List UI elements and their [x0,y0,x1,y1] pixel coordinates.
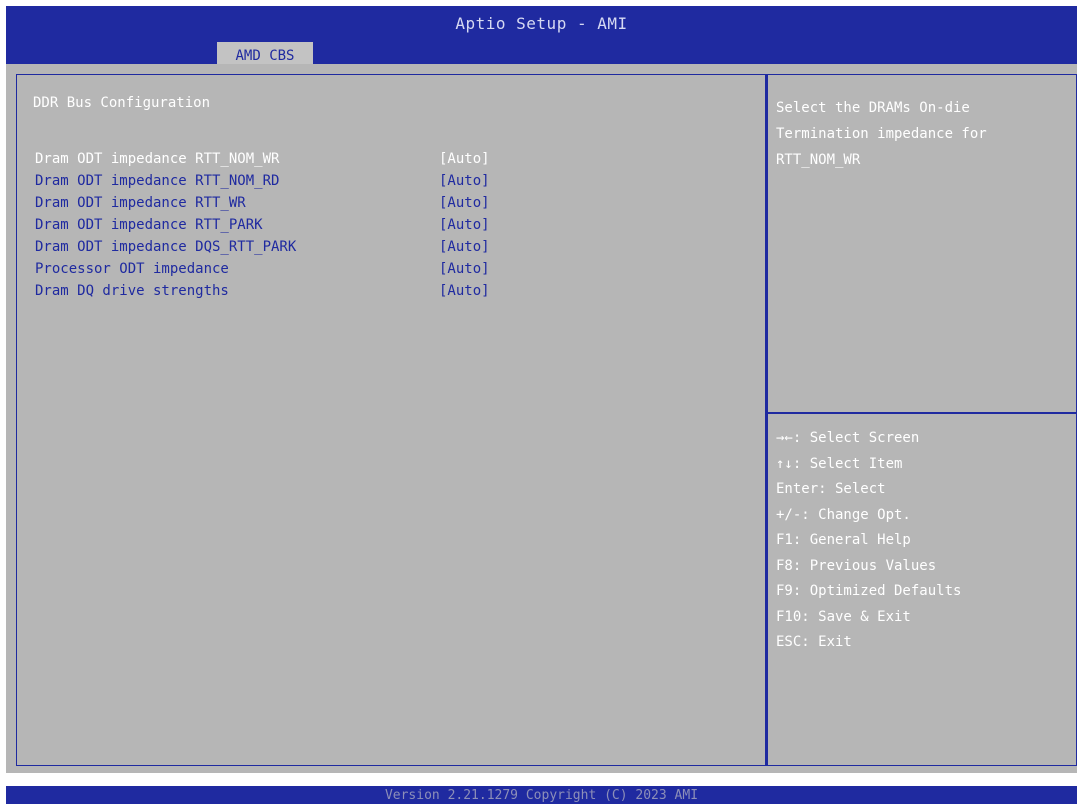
version-footer: Version 2.21.1279 Copyright (C) 2023 AMI [6,786,1077,804]
header-bar: Aptio Setup - AMI AMD CBS [6,6,1077,70]
key-hint: F10: Save & Exit [776,608,911,625]
setting-value[interactable]: [Auto] [439,283,490,299]
settings-list: Dram ODT impedance RTT_NOM_WR [Auto] Dram … [35,151,755,305]
app-title: Aptio Setup - AMI [455,14,628,33]
bios-window: Aptio Setup - AMI AMD CBS DDR Bus Config… [0,0,1084,809]
setting-value[interactable]: [Auto] [439,261,490,277]
key-hint: F8: Previous Values [776,557,937,574]
setting-label: Dram ODT impedance RTT_PARK [35,217,263,233]
setting-row[interactable]: Dram DQ drive strengths [Auto] [35,283,755,305]
help-panel: Select the DRAMs On-die Termination impe… [766,74,1077,766]
setting-value[interactable]: [Auto] [439,173,490,189]
key-hint: +/-: Change Opt. [776,506,911,523]
key-legend: →←: Select Screen ↑↓: Select Item Enter: S… [776,430,961,660]
setting-label: Dram ODT impedance RTT_NOM_WR [35,151,280,167]
setting-label: Dram DQ drive strengths [35,283,229,299]
setting-row[interactable]: Dram ODT impedance DQS_RTT_PARK [Auto] [35,239,755,261]
settings-panel: DDR Bus Configuration Dram ODT impedance… [16,74,766,766]
key-hint: →←: Select Screen [776,430,920,446]
setting-label: Dram ODT impedance RTT_NOM_RD [35,173,280,189]
key-hint: F1: General Help [776,532,911,548]
setting-row[interactable]: Processor ODT impedance [Auto] [35,261,755,283]
setting-row[interactable]: Dram ODT impedance RTT_NOM_WR [Auto] [35,151,755,173]
setting-value[interactable]: [Auto] [439,151,490,167]
key-hint: F9: Optimized Defaults [776,583,962,599]
setting-value[interactable]: [Auto] [439,195,490,211]
setting-label: Dram ODT impedance DQS_RTT_PARK [35,239,297,255]
help-text: Select the DRAMs On-die Termination impe… [776,100,987,168]
setting-row[interactable]: Dram ODT impedance RTT_WR [Auto] [35,195,755,217]
setting-value[interactable]: [Auto] [439,217,490,233]
key-hint: ESC: Exit [776,634,852,650]
setting-label: Dram ODT impedance RTT_WR [35,195,246,211]
setting-value[interactable]: [Auto] [439,239,490,255]
key-hint: Enter: Select [776,481,886,497]
setting-label: Processor ODT impedance [35,261,229,277]
main-area: DDR Bus Configuration Dram ODT impedance… [6,64,1077,773]
setting-row[interactable]: Dram ODT impedance RTT_PARK [Auto] [35,217,755,239]
section-title: DDR Bus Configuration [33,95,211,111]
setting-row[interactable]: Dram ODT impedance RTT_NOM_RD [Auto] [35,173,755,195]
help-divider [768,412,1076,414]
key-hint: ↑↓: Select Item [776,455,903,472]
